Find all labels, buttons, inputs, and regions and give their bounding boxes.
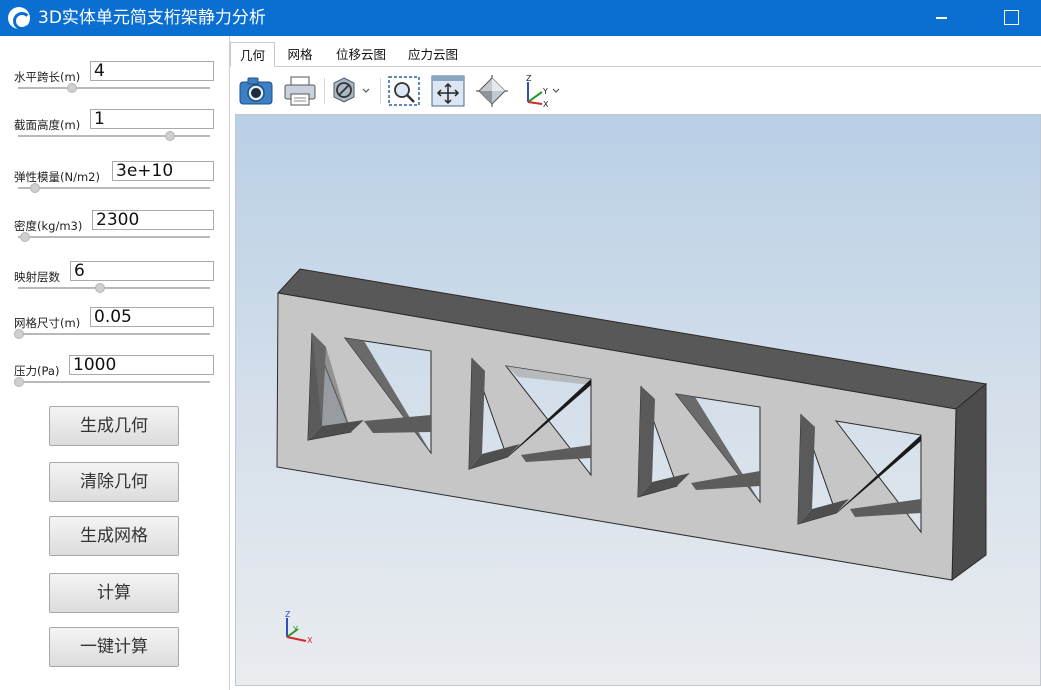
maximize-button[interactable] <box>988 0 1034 36</box>
slider-thumb[interactable] <box>14 377 24 387</box>
slider-thumb[interactable] <box>20 232 30 242</box>
pressure-slider[interactable] <box>14 377 210 387</box>
triad-x-label: X <box>307 636 313 645</box>
section-plane-icon[interactable] <box>330 74 374 108</box>
density-slider[interactable] <box>18 232 210 242</box>
svg-text:X: X <box>543 100 549 108</box>
mapping-layers-slider[interactable] <box>18 283 210 293</box>
slider-thumb[interactable] <box>14 329 24 339</box>
app-logo-icon <box>8 7 31 30</box>
density-input[interactable]: 2300 <box>92 210 214 230</box>
title-bar: 3D实体单元简支桁架静力分析 <box>0 0 1041 36</box>
mesh-size-input[interactable]: 0.05 <box>90 307 214 327</box>
elastic-modulus-input[interactable]: 3e+10 <box>112 161 214 181</box>
panel-divider <box>229 36 230 690</box>
mesh-size-slider[interactable] <box>14 329 210 339</box>
span-length-input[interactable]: 4 <box>90 61 214 81</box>
generate-mesh-button[interactable]: 生成网格 <box>49 516 179 556</box>
3d-viewport[interactable]: Z Y X <box>235 114 1041 686</box>
param-elastic-modulus: 弹性模量(N/m2) 3e+10 <box>0 160 229 204</box>
slider-thumb[interactable] <box>30 183 40 193</box>
param-label: 网格尺寸(m) <box>14 316 81 330</box>
window-title: 3D实体单元简支桁架静力分析 <box>38 8 266 28</box>
span-length-slider[interactable] <box>18 83 210 93</box>
camera-icon[interactable] <box>238 74 274 108</box>
param-density: 密度(kg/m3) 2300 <box>0 209 229 253</box>
clear-geometry-button[interactable]: 清除几何 <box>49 462 179 502</box>
printer-icon[interactable] <box>282 74 318 108</box>
tab-stress-contour[interactable]: 应力云图 <box>402 42 464 67</box>
elastic-modulus-slider[interactable] <box>18 183 210 193</box>
slider-thumb[interactable] <box>95 283 105 293</box>
param-mesh-size: 网格尺寸(m) 0.05 <box>0 306 229 350</box>
minimize-button[interactable] <box>918 0 964 36</box>
section-height-input[interactable]: 1 <box>90 109 214 129</box>
compute-button[interactable]: 计算 <box>49 573 179 613</box>
svg-text:Z: Z <box>526 74 532 83</box>
section-height-slider[interactable] <box>18 131 210 141</box>
generate-geometry-button[interactable]: 生成几何 <box>49 406 179 446</box>
view-cube-icon[interactable] <box>474 74 510 108</box>
param-label: 映射层数 <box>14 270 60 284</box>
one-click-compute-button[interactable]: 一键计算 <box>49 627 179 667</box>
parameter-panel: 水平跨长(m) 4 截面高度(m) 1 弹性模量(N/m2) 3e+10 密度(… <box>0 36 229 690</box>
fit-all-icon[interactable] <box>430 74 466 108</box>
pressure-input[interactable]: 1000 <box>69 355 214 375</box>
triad-y-label: Y <box>292 625 298 634</box>
tab-displacement-contour[interactable]: 位移云图 <box>330 42 392 67</box>
tab-bar: 几何 网格 位移云图 应力云图 <box>230 36 1041 67</box>
zoom-window-icon[interactable] <box>386 74 422 108</box>
toolbar-separator <box>324 78 325 104</box>
param-pressure: 压力(Pa) 1000 <box>0 354 229 398</box>
axes-view-icon[interactable]: Z Y X <box>518 74 562 108</box>
param-label: 截面高度(m) <box>14 118 81 132</box>
toolbar-separator <box>380 78 381 104</box>
tab-mesh[interactable]: 网格 <box>278 42 322 67</box>
param-section-height: 截面高度(m) 1 <box>0 108 229 152</box>
param-span-length: 水平跨长(m) 4 <box>0 60 229 104</box>
tab-geometry[interactable]: 几何 <box>230 42 275 67</box>
truss-model: Z Y X <box>276 268 988 645</box>
mapping-layers-input[interactable]: 6 <box>70 261 214 281</box>
param-label: 弹性模量(N/m2) <box>14 170 100 184</box>
view-toolbar: Z Y X <box>230 68 1041 114</box>
triad-z-label: Z <box>285 610 291 619</box>
param-mapping-layers: 映射层数 6 <box>0 260 229 304</box>
slider-thumb[interactable] <box>165 131 175 141</box>
slider-thumb[interactable] <box>67 83 77 93</box>
svg-text:Y: Y <box>542 87 548 96</box>
